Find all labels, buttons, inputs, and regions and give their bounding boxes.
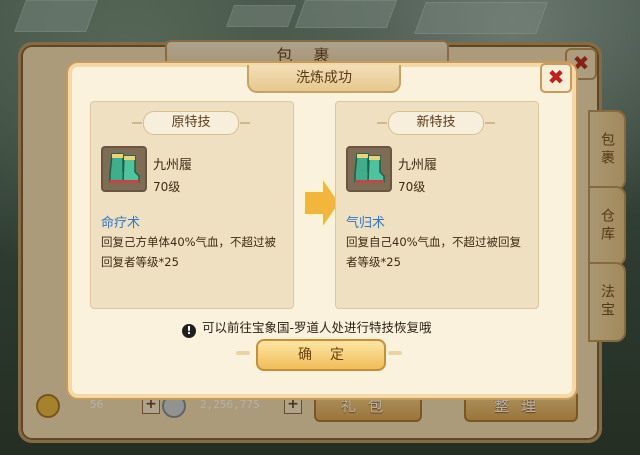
boots-icon bbox=[101, 146, 147, 192]
button-decoration bbox=[388, 351, 402, 355]
new-item-name: 九州履 bbox=[398, 158, 438, 173]
dialog-title: 洗炼成功 bbox=[247, 65, 401, 93]
restore-hint: ! 可以前往宝象国-罗道人处进行特技恢复哦 bbox=[182, 317, 432, 338]
old-skill-header: 原特技 bbox=[132, 111, 250, 135]
confirm-button[interactable]: 确定 bbox=[256, 339, 386, 371]
new-item-level: 70级 bbox=[398, 180, 426, 194]
button-decoration bbox=[236, 351, 250, 355]
old-item-name: 九州履 bbox=[153, 158, 193, 173]
boots-icon bbox=[346, 146, 392, 192]
new-skill-name: 气归术 bbox=[346, 216, 386, 231]
restore-hint-text: 可以前往宝象国-罗道人处进行特技恢复哦 bbox=[202, 320, 432, 335]
new-skill-header: 新特技 bbox=[377, 111, 495, 135]
dialog-close-button[interactable]: ✖ bbox=[540, 63, 572, 93]
refine-result-dialog: 洗炼成功 ✖ 原特技 九州履 70级 命疗术 回复己方单体40%气血，不超过被回… bbox=[68, 63, 576, 398]
old-item-level: 70级 bbox=[153, 180, 181, 194]
exclamation-icon: ! bbox=[182, 324, 196, 338]
old-skill-panel: 原特技 九州履 70级 命疗术 回复己方单体40%气血，不超过被回复者等级*25 bbox=[90, 101, 294, 309]
old-skill-description: 回复己方单体40%气血，不超过被回复者等级*25 bbox=[101, 235, 277, 269]
new-skill-panel: 新特技 九州履 70级 气归术 回复自己40%气血，不超过被回复者等级*25 bbox=[335, 101, 539, 309]
new-skill-description: 回复自己40%气血，不超过被回复者等级*25 bbox=[346, 235, 522, 269]
old-skill-name: 命疗术 bbox=[101, 216, 141, 231]
